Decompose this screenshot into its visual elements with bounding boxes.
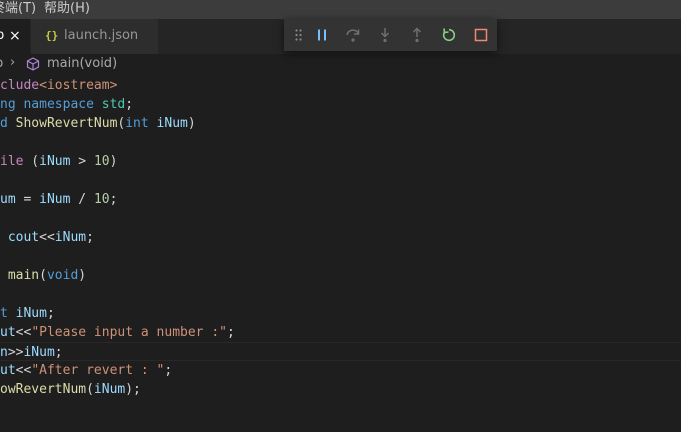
- step-into-icon[interactable]: [376, 26, 394, 44]
- tab-main-cpp[interactable]: p ×: [0, 19, 30, 54]
- step-out-icon[interactable]: [408, 26, 426, 44]
- code-token: "Please input a number :": [31, 325, 227, 340]
- code-token: ;: [109, 192, 118, 207]
- code-token: <<: [15, 363, 32, 378]
- code-token: 10: [93, 192, 110, 207]
- code-line: ile (iNum > 10): [0, 152, 681, 171]
- restart-icon[interactable]: [440, 26, 458, 44]
- code-token: ): [109, 154, 118, 169]
- code-token: cout: [7, 230, 40, 245]
- stop-icon[interactable]: [472, 26, 490, 44]
- code-token: owRevertNum: [0, 382, 87, 397]
- code-token: =: [15, 192, 40, 207]
- code-token: iNum: [54, 230, 87, 245]
- code-token: ile: [0, 154, 24, 169]
- code-token: n: [0, 345, 8, 360]
- code-token: );: [125, 382, 141, 397]
- tab-label: launch.json: [64, 28, 139, 43]
- code-token: ;: [86, 230, 94, 245]
- code-token: ut: [0, 363, 16, 378]
- code-token: clude: [0, 78, 40, 93]
- code-line: d ShowRevertNum(int iNum): [0, 114, 681, 133]
- code-line: main(void): [0, 266, 681, 285]
- code-token: ): [187, 116, 196, 131]
- close-icon[interactable]: ×: [9, 28, 21, 44]
- menu-bar: 终端(T) 帮助(H): [0, 0, 681, 19]
- method-cube-icon: [26, 57, 40, 75]
- drag-handle-icon[interactable]: [290, 26, 308, 44]
- debug-toolbar: [284, 19, 497, 51]
- code-line: t iNum;: [0, 304, 681, 323]
- json-file-icon: {}: [45, 29, 59, 42]
- code-line: cout<<iNum;: [0, 228, 681, 247]
- breadcrumb-file[interactable]: p: [0, 56, 3, 71]
- code-line: owRevertNum(iNum);: [0, 380, 681, 399]
- code-token: >: [70, 154, 94, 169]
- menu-help[interactable]: 帮助(H): [44, 0, 90, 17]
- pause-icon[interactable]: [313, 26, 331, 44]
- code-token: std: [101, 97, 126, 112]
- tab-launch-json[interactable]: {} launch.json: [30, 19, 158, 54]
- code-token: 10: [93, 154, 110, 169]
- code-token: (: [23, 154, 40, 169]
- code-token: (: [39, 268, 47, 283]
- code-token: (: [86, 382, 94, 397]
- code-token: iNum: [39, 154, 71, 169]
- menu-terminal[interactable]: 终端(T): [0, 0, 36, 17]
- code-token: ;: [226, 325, 235, 340]
- code-token: >>: [7, 345, 24, 360]
- code-token: ShowRevertNum: [15, 116, 118, 131]
- step-over-icon[interactable]: [344, 26, 362, 44]
- code-token: iNum: [23, 345, 55, 360]
- breadcrumb: p › main(void): [0, 54, 681, 76]
- code-token: namespace: [23, 97, 94, 112]
- code-token: /: [70, 192, 94, 207]
- code-token: t: [0, 306, 8, 321]
- code-token: main: [7, 268, 40, 283]
- code-token: um: [0, 192, 16, 207]
- code-editor[interactable]: clude<iostream> ng namespace std; d ShowRe…: [0, 76, 681, 399]
- code-token: <<: [15, 325, 32, 340]
- current-code-line: n>>iNum;: [0, 342, 681, 361]
- code-token: iNum: [15, 306, 47, 321]
- breadcrumb-separator: ›: [10, 55, 16, 70]
- code-token: ;: [46, 306, 55, 321]
- code-token: ng: [0, 97, 16, 112]
- code-token: ut: [0, 325, 16, 340]
- code-token: ;: [164, 363, 173, 378]
- code-token: void: [46, 268, 79, 283]
- code-token: iNum: [39, 192, 71, 207]
- code-line: um = iNum / 10;: [0, 190, 681, 209]
- code-token: iNum: [93, 382, 126, 397]
- code-line: ut<<"After revert : ";: [0, 361, 681, 380]
- code-token: iNum: [156, 116, 188, 131]
- code-token: ;: [54, 345, 63, 360]
- code-line: ng namespace std;: [0, 95, 681, 114]
- code-token: ;: [125, 97, 134, 112]
- code-line: ut<<"Please input a number :";: [0, 323, 681, 342]
- breadcrumb-function[interactable]: main(void): [47, 56, 117, 71]
- tab-label: p: [0, 28, 5, 43]
- code-token: d: [0, 116, 8, 131]
- code-token: int: [125, 116, 149, 131]
- code-token: <iostream>: [39, 78, 118, 93]
- code-token: "After revert : ": [31, 363, 165, 378]
- code-token: <<: [39, 230, 55, 245]
- code-token: ): [78, 268, 87, 283]
- code-line: clude<iostream>: [0, 76, 681, 95]
